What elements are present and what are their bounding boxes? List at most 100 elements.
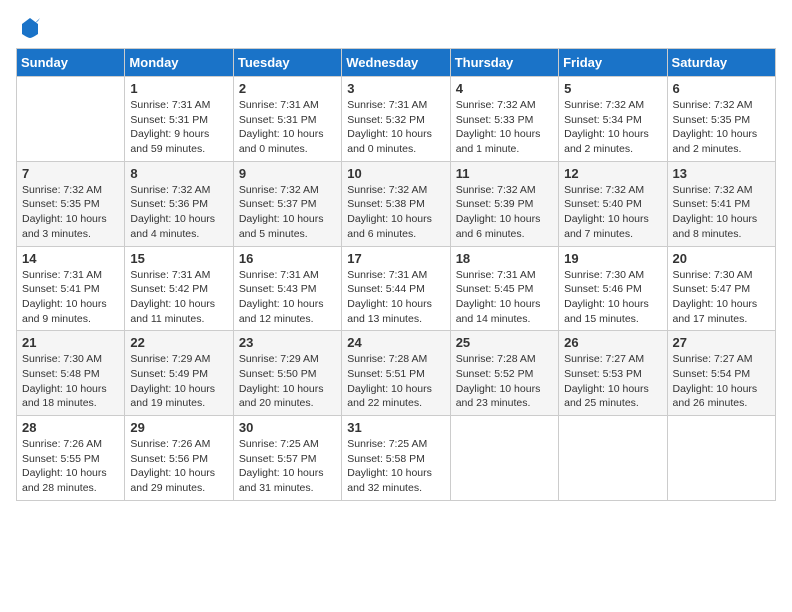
day-number: 8	[130, 166, 227, 181]
day-info: Sunrise: 7:32 AMSunset: 5:41 PMDaylight:…	[673, 183, 770, 242]
day-info: Sunrise: 7:32 AMSunset: 5:34 PMDaylight:…	[564, 98, 661, 157]
day-info: Sunrise: 7:31 AMSunset: 5:41 PMDaylight:…	[22, 268, 119, 327]
day-number: 27	[673, 335, 770, 350]
calendar-day-cell: 2 Sunrise: 7:31 AMSunset: 5:31 PMDaylight…	[233, 77, 341, 162]
day-info: Sunrise: 7:31 AMSunset: 5:31 PMDaylight:…	[239, 98, 336, 157]
logo	[16, 16, 42, 36]
day-number: 21	[22, 335, 119, 350]
day-number: 23	[239, 335, 336, 350]
calendar-day-cell: 8Sunrise: 7:32 AMSunset: 5:36 PMDaylight…	[125, 161, 233, 246]
calendar-day-cell	[450, 416, 558, 501]
calendar-day-cell: 22 Sunrise: 7:29 AMSunset: 5:49 PMDayligh…	[125, 331, 233, 416]
calendar-day-cell: 30 Sunrise: 7:25 AMSunset: 5:57 PMDayligh…	[233, 416, 341, 501]
day-number: 16	[239, 251, 336, 266]
calendar-week-row: 7 Sunrise: 7:32 AMSunset: 5:35 PMDaylight…	[17, 161, 776, 246]
day-info: Sunrise: 7:29 AMSunset: 5:49 PMDaylight:…	[130, 352, 227, 411]
calendar-day-cell: 9 Sunrise: 7:32 AMSunset: 5:37 PMDaylight…	[233, 161, 341, 246]
day-info: Sunrise: 7:30 AMSunset: 5:48 PMDaylight:…	[22, 352, 119, 411]
day-number: 1	[130, 81, 227, 96]
day-number: 17	[347, 251, 444, 266]
weekday-header: Saturday	[667, 49, 775, 77]
day-info: Sunrise: 7:31 AMSunset: 5:42 PMDaylight:…	[130, 268, 227, 327]
day-info: Sunrise: 7:25 AMSunset: 5:57 PMDaylight:…	[239, 437, 336, 496]
calendar-day-cell: 15 Sunrise: 7:31 AMSunset: 5:42 PMDayligh…	[125, 246, 233, 331]
calendar-header-row: SundayMondayTuesdayWednesdayThursdayFrid…	[17, 49, 776, 77]
day-info: Sunrise: 7:32 AMSunset: 5:33 PMDaylight:…	[456, 98, 553, 157]
calendar-day-cell: 19 Sunrise: 7:30 AMSunset: 5:46 PMDayligh…	[559, 246, 667, 331]
calendar-day-cell: 27 Sunrise: 7:27 AMSunset: 5:54 PMDayligh…	[667, 331, 775, 416]
calendar-day-cell: 7 Sunrise: 7:32 AMSunset: 5:35 PMDaylight…	[17, 161, 125, 246]
day-number: 24	[347, 335, 444, 350]
weekday-header: Tuesday	[233, 49, 341, 77]
calendar-day-cell: 21 Sunrise: 7:30 AMSunset: 5:48 PMDayligh…	[17, 331, 125, 416]
day-number: 2	[239, 81, 336, 96]
calendar-day-cell: 25 Sunrise: 7:28 AMSunset: 5:52 PMDayligh…	[450, 331, 558, 416]
day-info: Sunrise: 7:27 AMSunset: 5:54 PMDaylight:…	[673, 352, 770, 411]
calendar-day-cell	[667, 416, 775, 501]
logo-icon	[18, 16, 42, 40]
calendar-day-cell: 31 Sunrise: 7:25 AMSunset: 5:58 PMDayligh…	[342, 416, 450, 501]
day-info: Sunrise: 7:25 AMSunset: 5:58 PMDaylight:…	[347, 437, 444, 496]
day-number: 9	[239, 166, 336, 181]
calendar-day-cell: 29 Sunrise: 7:26 AMSunset: 5:56 PMDayligh…	[125, 416, 233, 501]
day-number: 31	[347, 420, 444, 435]
calendar-day-cell: 1 Sunrise: 7:31 AMSunset: 5:31 PMDaylight…	[125, 77, 233, 162]
calendar-day-cell: 11Sunrise: 7:32 AMSunset: 5:39 PMDayligh…	[450, 161, 558, 246]
day-info: Sunrise: 7:27 AMSunset: 5:53 PMDaylight:…	[564, 352, 661, 411]
calendar-day-cell: 20Sunrise: 7:30 AMSunset: 5:47 PMDayligh…	[667, 246, 775, 331]
weekday-header: Monday	[125, 49, 233, 77]
calendar-day-cell: 24 Sunrise: 7:28 AMSunset: 5:51 PMDayligh…	[342, 331, 450, 416]
day-number: 11	[456, 166, 553, 181]
calendar-day-cell: 13 Sunrise: 7:32 AMSunset: 5:41 PMDayligh…	[667, 161, 775, 246]
calendar-day-cell: 17 Sunrise: 7:31 AMSunset: 5:44 PMDayligh…	[342, 246, 450, 331]
day-number: 22	[130, 335, 227, 350]
calendar-day-cell: 4 Sunrise: 7:32 AMSunset: 5:33 PMDaylight…	[450, 77, 558, 162]
day-info: Sunrise: 7:32 AMSunset: 5:35 PMDaylight:…	[673, 98, 770, 157]
calendar-day-cell: 14 Sunrise: 7:31 AMSunset: 5:41 PMDayligh…	[17, 246, 125, 331]
day-number: 15	[130, 251, 227, 266]
weekday-header: Friday	[559, 49, 667, 77]
day-info: Sunrise: 7:28 AMSunset: 5:51 PMDaylight:…	[347, 352, 444, 411]
calendar-day-cell: 6 Sunrise: 7:32 AMSunset: 5:35 PMDaylight…	[667, 77, 775, 162]
weekday-header: Thursday	[450, 49, 558, 77]
day-info: Sunrise: 7:32 AMSunset: 5:38 PMDaylight:…	[347, 183, 444, 242]
calendar-week-row: 21 Sunrise: 7:30 AMSunset: 5:48 PMDayligh…	[17, 331, 776, 416]
day-number: 30	[239, 420, 336, 435]
day-number: 10	[347, 166, 444, 181]
day-number: 6	[673, 81, 770, 96]
calendar-day-cell: 26 Sunrise: 7:27 AMSunset: 5:53 PMDayligh…	[559, 331, 667, 416]
calendar-day-cell: 5Sunrise: 7:32 AMSunset: 5:34 PMDaylight…	[559, 77, 667, 162]
day-number: 4	[456, 81, 553, 96]
day-info: Sunrise: 7:31 AMSunset: 5:31 PMDaylight:…	[130, 98, 227, 157]
calendar-week-row: 28Sunrise: 7:26 AMSunset: 5:55 PMDayligh…	[17, 416, 776, 501]
day-info: Sunrise: 7:31 AMSunset: 5:45 PMDaylight:…	[456, 268, 553, 327]
calendar-table: SundayMondayTuesdayWednesdayThursdayFrid…	[16, 48, 776, 501]
calendar-day-cell: 3 Sunrise: 7:31 AMSunset: 5:32 PMDaylight…	[342, 77, 450, 162]
weekday-header: Wednesday	[342, 49, 450, 77]
day-info: Sunrise: 7:26 AMSunset: 5:55 PMDaylight:…	[22, 437, 119, 496]
calendar-day-cell: 12Sunrise: 7:32 AMSunset: 5:40 PMDayligh…	[559, 161, 667, 246]
day-number: 13	[673, 166, 770, 181]
day-number: 19	[564, 251, 661, 266]
day-info: Sunrise: 7:31 AMSunset: 5:43 PMDaylight:…	[239, 268, 336, 327]
day-info: Sunrise: 7:32 AMSunset: 5:35 PMDaylight:…	[22, 183, 119, 242]
calendar-day-cell: 16 Sunrise: 7:31 AMSunset: 5:43 PMDayligh…	[233, 246, 341, 331]
day-info: Sunrise: 7:31 AMSunset: 5:44 PMDaylight:…	[347, 268, 444, 327]
day-info: Sunrise: 7:30 AMSunset: 5:46 PMDaylight:…	[564, 268, 661, 327]
day-info: Sunrise: 7:31 AMSunset: 5:32 PMDaylight:…	[347, 98, 444, 157]
calendar-day-cell: 10 Sunrise: 7:32 AMSunset: 5:38 PMDayligh…	[342, 161, 450, 246]
day-info: Sunrise: 7:32 AMSunset: 5:37 PMDaylight:…	[239, 183, 336, 242]
calendar-day-cell: 28Sunrise: 7:26 AMSunset: 5:55 PMDayligh…	[17, 416, 125, 501]
day-info: Sunrise: 7:32 AMSunset: 5:40 PMDaylight:…	[564, 183, 661, 242]
day-number: 26	[564, 335, 661, 350]
calendar-day-cell	[17, 77, 125, 162]
day-info: Sunrise: 7:28 AMSunset: 5:52 PMDaylight:…	[456, 352, 553, 411]
day-number: 25	[456, 335, 553, 350]
day-info: Sunrise: 7:30 AMSunset: 5:47 PMDaylight:…	[673, 268, 770, 327]
day-number: 3	[347, 81, 444, 96]
calendar-day-cell: 23Sunrise: 7:29 AMSunset: 5:50 PMDayligh…	[233, 331, 341, 416]
day-number: 14	[22, 251, 119, 266]
day-number: 7	[22, 166, 119, 181]
day-info: Sunrise: 7:26 AMSunset: 5:56 PMDaylight:…	[130, 437, 227, 496]
day-number: 29	[130, 420, 227, 435]
